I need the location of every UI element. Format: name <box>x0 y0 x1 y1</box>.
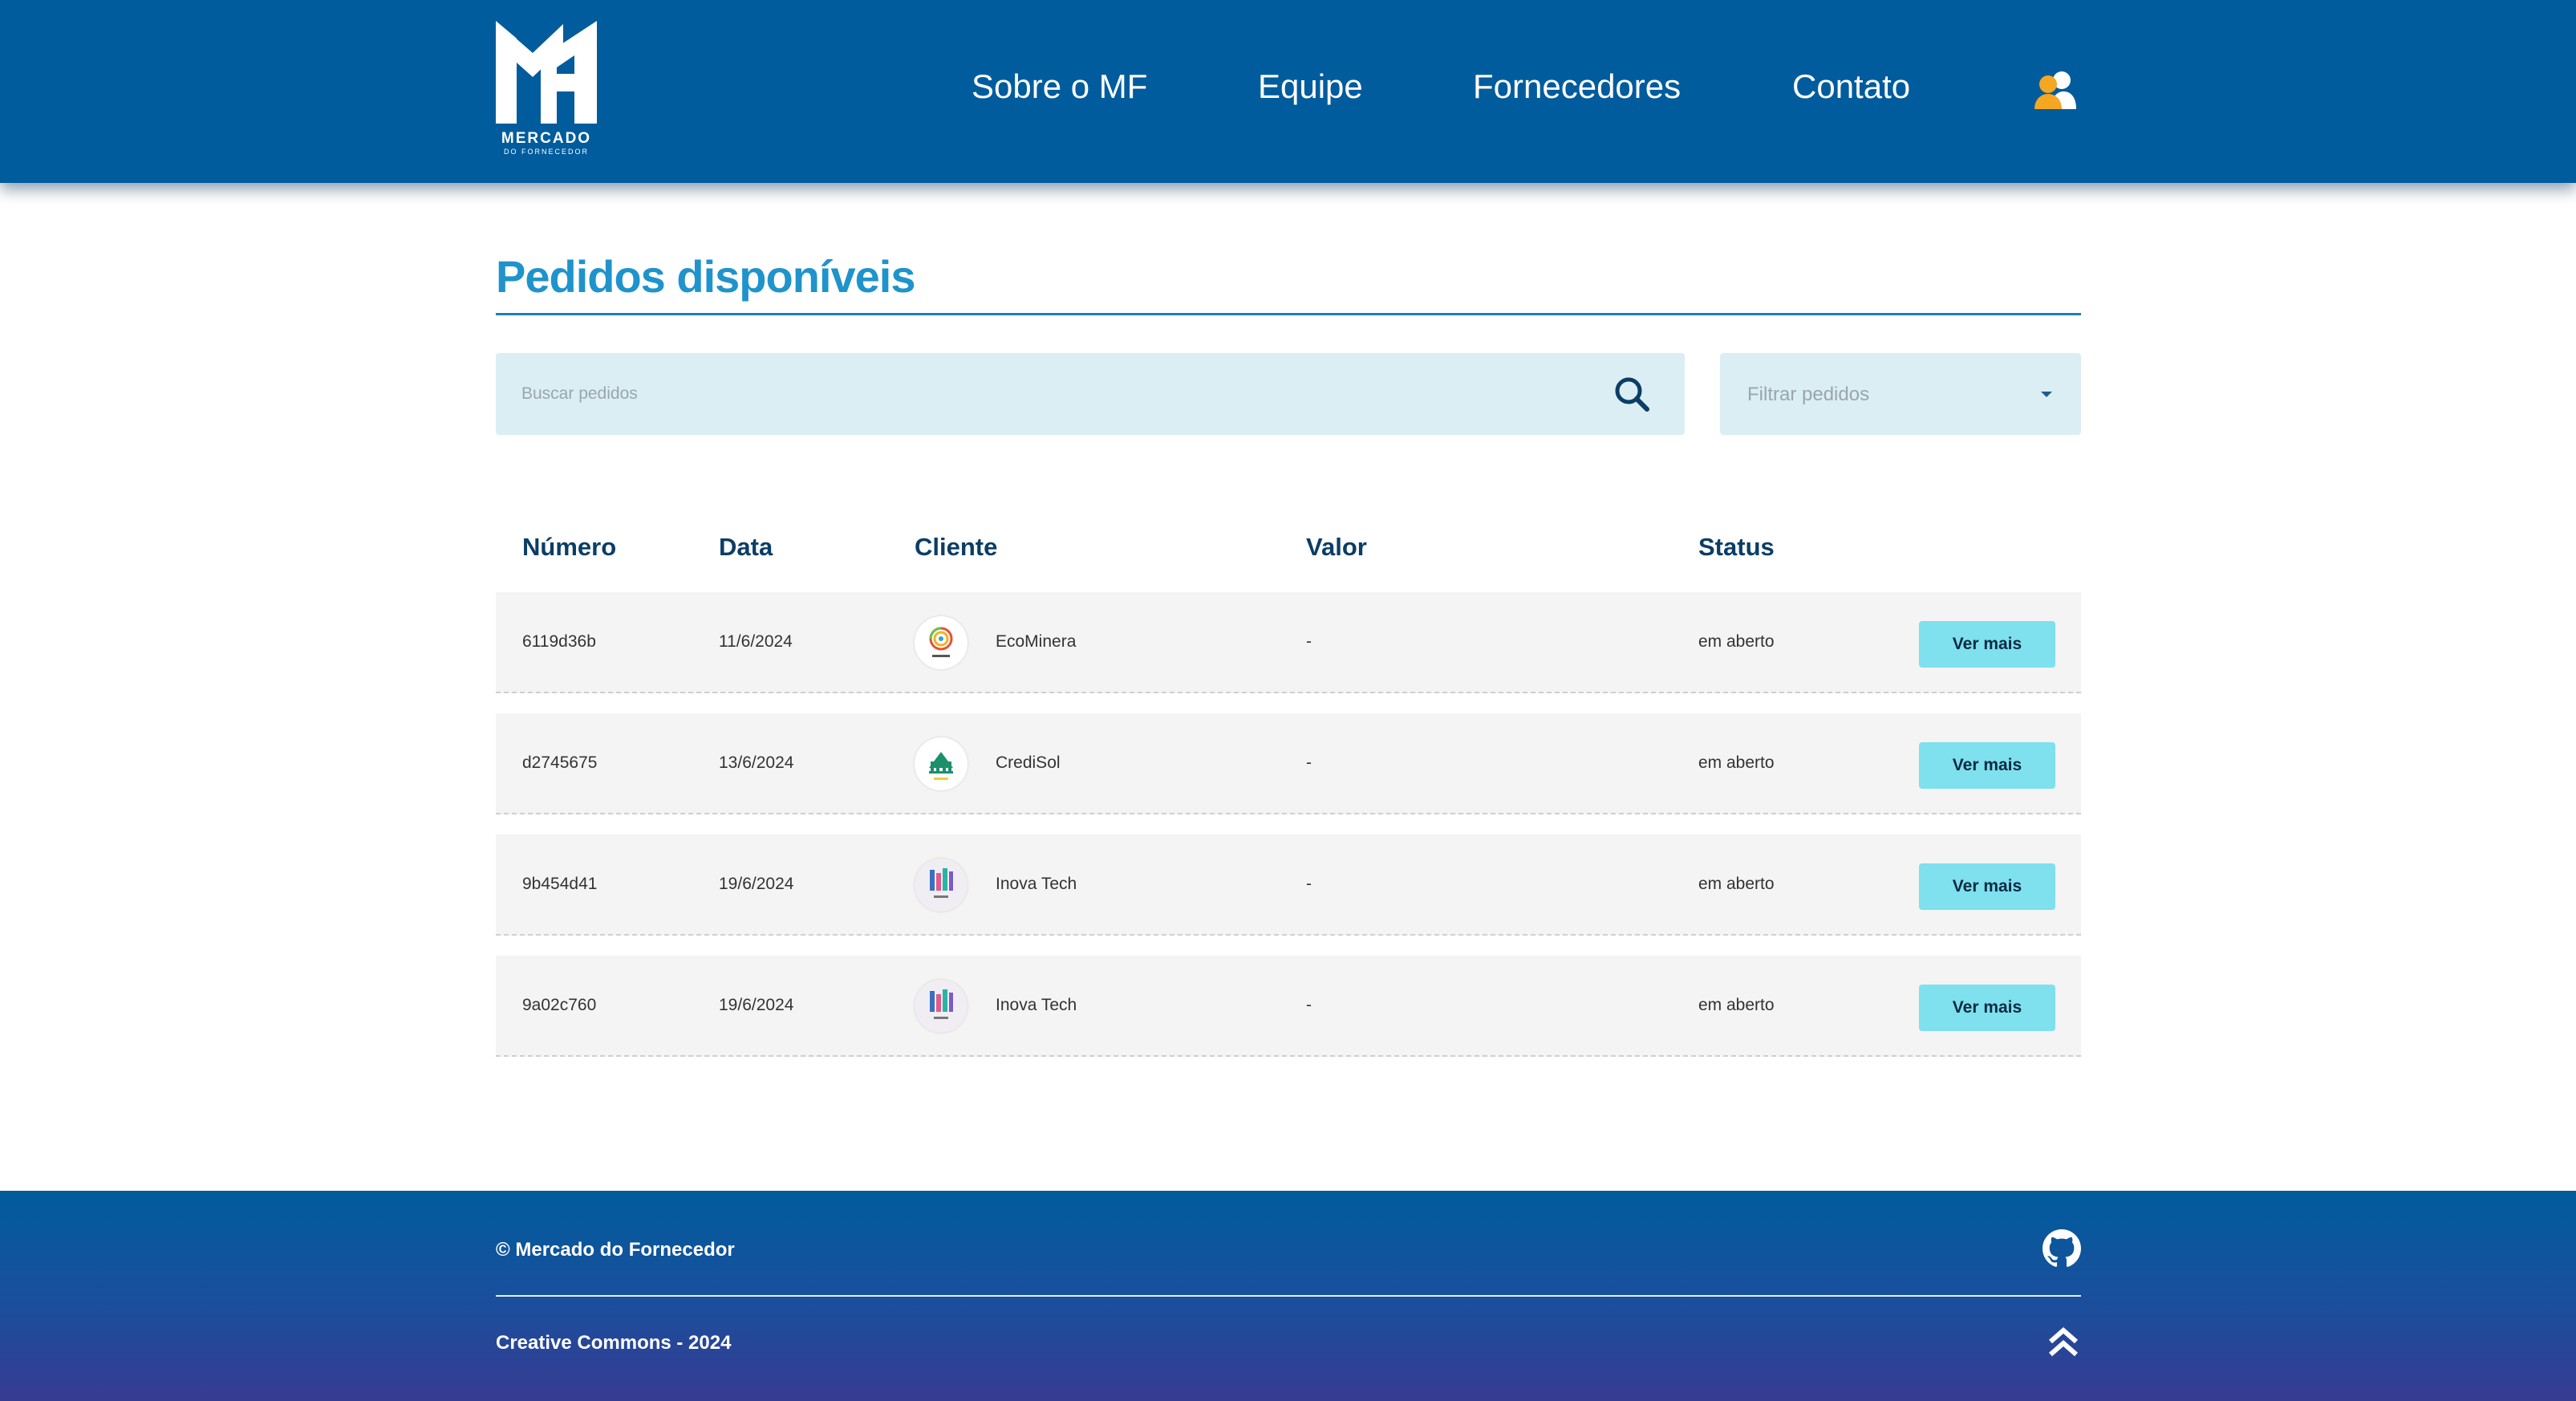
inova-tech-logo-icon <box>915 859 968 912</box>
order-number: 6119d36b <box>522 632 596 651</box>
order-status: em aberto <box>1698 996 1775 1014</box>
license-text: Creative Commons - 2024 <box>496 1332 732 1354</box>
ver-mais-button[interactable]: Ver mais <box>1919 863 2055 910</box>
github-icon[interactable] <box>2043 1229 2081 1268</box>
order-date: 11/6/2024 <box>719 632 793 651</box>
client-name: Inova Tech <box>996 875 1077 893</box>
site-header: MERCADO DO FORNECEDOR Sobre o MF Equipe … <box>0 0 2576 183</box>
credisol-logo-icon <box>915 737 968 790</box>
mf-logo-icon <box>496 21 597 124</box>
order-number: 9a02c760 <box>522 996 597 1014</box>
client-name: CrediSol <box>996 753 1061 772</box>
order-status: em aberto <box>1698 875 1775 893</box>
title-divider <box>496 313 2081 315</box>
order-value: - <box>1306 996 1312 1014</box>
ver-mais-button[interactable]: Ver mais <box>1919 985 2055 1031</box>
table-row: 9b454d41 19/6/2024 Inova Tech - em abert… <box>496 835 2081 936</box>
table-row: d2745675 13/6/2024 CrediSol - em aberto … <box>496 713 2081 814</box>
search-input[interactable] <box>521 374 1564 414</box>
site-logo[interactable]: MERCADO DO FORNECEDOR <box>496 21 597 157</box>
column-header-valor: Valor <box>1306 533 1367 561</box>
order-status: em aberto <box>1698 753 1775 772</box>
logo-subtitle: DO FORNECEDOR <box>503 148 589 156</box>
logo-wordmark: MERCADO <box>501 130 592 147</box>
double-chevron-up-icon[interactable] <box>2046 1324 2081 1359</box>
ver-mais-button[interactable]: Ver mais <box>1919 742 2055 789</box>
order-value: - <box>1306 753 1312 772</box>
order-number: 9b454d41 <box>522 875 598 893</box>
table-row: 9a02c760 19/6/2024 Inova Tech - em abert… <box>496 956 2081 1057</box>
column-header-status: Status <box>1698 533 1775 561</box>
nav-link-sobre[interactable]: Sobre o MF <box>972 67 1147 106</box>
users-icon[interactable] <box>2033 71 2078 111</box>
order-date: 19/6/2024 <box>719 996 794 1014</box>
filter-placeholder: Filtrar pedidos <box>1747 384 1870 405</box>
inova-tech-logo-icon <box>915 980 968 1033</box>
table-row: 6119d36b 11/6/2024 EcoMinera - em aberto… <box>496 592 2081 693</box>
page-title: Pedidos disponíveis <box>496 251 915 302</box>
search-icon[interactable] <box>1613 375 1651 413</box>
copyright-text: © Mercado do Fornecedor <box>496 1239 735 1261</box>
caret-down-icon <box>2041 392 2052 397</box>
footer-divider <box>496 1295 2081 1297</box>
order-value: - <box>1306 632 1312 651</box>
order-date: 19/6/2024 <box>719 875 794 893</box>
ver-mais-button[interactable]: Ver mais <box>1919 621 2055 668</box>
order-status: em aberto <box>1698 632 1775 651</box>
client-name: EcoMinera <box>996 632 1077 651</box>
order-number: d2745675 <box>522 753 598 772</box>
site-footer: © Mercado do Fornecedor Creative Commons… <box>0 1191 2576 1401</box>
column-header-numero: Número <box>522 533 617 561</box>
filter-select[interactable]: Filtrar pedidos <box>1720 353 2081 435</box>
order-value: - <box>1306 875 1312 893</box>
search-box <box>496 353 1685 435</box>
nav-link-equipe[interactable]: Equipe <box>1258 67 1363 106</box>
order-date: 13/6/2024 <box>719 753 794 772</box>
client-name: Inova Tech <box>996 996 1077 1014</box>
nav-link-fornecedores[interactable]: Fornecedores <box>1473 67 1681 106</box>
ecominera-logo-icon <box>915 616 968 669</box>
column-header-data: Data <box>719 533 773 561</box>
nav-link-contato[interactable]: Contato <box>1792 67 1910 106</box>
column-header-cliente: Cliente <box>915 533 998 561</box>
